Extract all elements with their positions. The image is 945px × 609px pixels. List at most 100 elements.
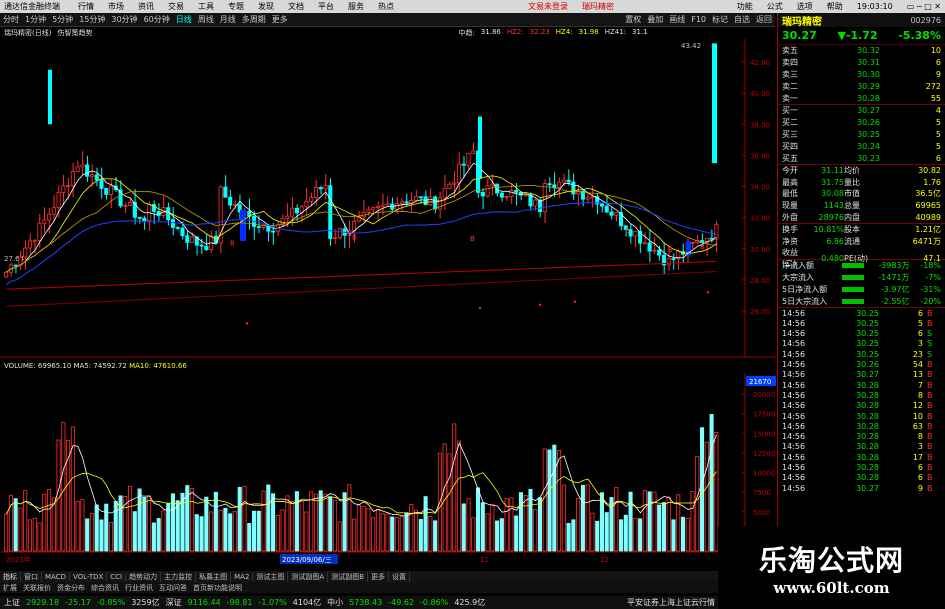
tool-button[interactable]: 置权 [622, 14, 644, 25]
price-chart[interactable]: 42.00 40.00 38.00 36.00 34.00 32.00 30.00 28.00… [0, 39, 776, 359]
extension-tab[interactable]: 互动问答 [156, 583, 190, 593]
tick-row: 14:56 30.25 3 S [778, 339, 945, 349]
volume-bar [366, 508, 371, 552]
volume-bar [633, 517, 638, 552]
flow-bar [842, 298, 864, 304]
ask-row[interactable]: 卖四 30.31 6 [778, 57, 945, 69]
current-stock-tab[interactable]: 瑞玛精密 [582, 1, 614, 12]
indicator-tab[interactable]: 设置 [389, 571, 411, 582]
period-tab[interactable]: 30分钟 [108, 14, 140, 25]
candle-body [27, 240, 33, 249]
watermark-url: www.60lt.com [773, 578, 890, 597]
indicator-tab[interactable]: VOL-TDX [70, 572, 108, 581]
bid-row[interactable]: 买一 30.27 4 [778, 105, 945, 117]
tool-button[interactable]: 标记 [709, 14, 731, 25]
indicator-tab[interactable]: 测试副图B [328, 571, 369, 582]
candle-body [652, 249, 657, 252]
period-tab[interactable]: 分时 [0, 14, 22, 25]
indicator-tab[interactable]: MA2 [231, 572, 254, 581]
info-label: 量比 [844, 177, 860, 187]
bid-row[interactable]: 买四 30.24 5 [778, 140, 945, 152]
menu-formula[interactable]: 公式 [767, 1, 783, 12]
tool-button[interactable]: F10 [688, 15, 709, 24]
indicator-tab[interactable]: 趋势动力 [126, 571, 162, 582]
watermark-logo: 乐淘公式网 www.60lt.com [718, 526, 945, 609]
ask-row[interactable]: 卖二 30.29 272 [778, 80, 945, 92]
period-tab[interactable]: 5分钟 [49, 14, 76, 25]
indicator-name[interactable]: 伤智策趋势 [57, 28, 92, 39]
candle-body [537, 199, 543, 213]
menu-item[interactable]: 工具 [198, 1, 214, 12]
volume-bar [537, 497, 543, 552]
indicator-tab[interactable]: MACD [42, 572, 70, 581]
bid-row[interactable]: 买五 30.23 6 [778, 152, 945, 164]
menu-item[interactable]: 资讯 [138, 1, 154, 12]
menu-item[interactable]: 专题 [228, 1, 244, 12]
indicator-tab[interactable]: 更多 [368, 571, 390, 582]
info-label: 股本 [844, 225, 860, 235]
ask-row[interactable]: 卖一 30.28 55 [778, 92, 945, 104]
extension-tab[interactable]: 首页新功能说明 [190, 583, 245, 593]
candle-body [604, 205, 609, 213]
extension-tab[interactable]: 关联报价 [20, 583, 54, 593]
menu-item[interactable]: 市场 [108, 1, 124, 12]
menu-item[interactable]: 发现 [258, 1, 274, 12]
period-tab[interactable]: 周线 [195, 14, 217, 25]
login-status[interactable]: 文易未登录 [528, 1, 568, 12]
menu-function[interactable]: 功能 [737, 1, 753, 12]
bid-row[interactable]: 买二 30.26 5 [778, 117, 945, 129]
window-controls-icon[interactable]: ▭ ─ □ ✕ [907, 2, 941, 11]
menu-item[interactable]: 文档 [288, 1, 304, 12]
extension-tab[interactable]: 综合资讯 [88, 583, 122, 593]
period-tab[interactable]: 60分钟 [141, 14, 173, 25]
volume-bar [85, 518, 90, 552]
volume-bar [475, 487, 481, 552]
chart-stock-label: 瑞玛精密(日线) [4, 29, 52, 37]
tool-button[interactable]: 返回 [753, 14, 775, 25]
bid-row[interactable]: 买三 30.25 5 [778, 129, 945, 141]
period-tab[interactable]: 1分钟 [22, 14, 49, 25]
menu-item[interactable]: 服务 [348, 1, 364, 12]
indicator-tab[interactable]: 测试主图 [253, 571, 289, 582]
volume-axis-label: 12500 [753, 450, 775, 458]
indicator-tab[interactable]: CCI [107, 572, 127, 581]
tool-button[interactable]: 叠加 [644, 14, 666, 25]
menu-help[interactable]: 帮助 [827, 1, 843, 12]
indicator-tab[interactable]: 测试副图A [288, 571, 329, 582]
period-tab[interactable]: 多周期 [239, 14, 269, 25]
extension-tab[interactable]: 资金分布 [54, 583, 88, 593]
tick-list[interactable]: 14:56 30.25 6 B 14:56 30.25 5 B 14:56 30.25 6 S 14:5… [778, 308, 945, 493]
extension-tab[interactable]: 扩展 [0, 583, 20, 593]
candle-body [304, 200, 309, 208]
ask-row[interactable]: 卖五 30.32 10 [778, 45, 945, 57]
menu-item[interactable]: 行情 [78, 1, 94, 12]
info-value: 1143 [823, 201, 844, 211]
indicator-tab[interactable]: 窗口 [21, 571, 42, 582]
period-tab[interactable]: 更多 [269, 14, 291, 25]
indicator-tab[interactable]: 指标 [0, 571, 21, 582]
info-row: 换手 10.81% 股本 1.21亿 [778, 224, 945, 236]
volume-header: VOLUME: 69965.10 MA5: 74592.72 MA10: 476… [0, 362, 745, 373]
menu-item[interactable]: 平台 [318, 1, 334, 12]
menu-options[interactable]: 选项 [797, 1, 813, 12]
period-tab[interactable]: 15分钟 [76, 14, 108, 25]
tool-button[interactable]: 自选 [731, 14, 753, 25]
ask-volume: 55 [930, 93, 941, 103]
ask-volume: 272 [925, 81, 941, 91]
menu-item[interactable]: 热点 [378, 1, 394, 12]
ma5-label: MA5: [73, 362, 92, 370]
data-source: 平安证券上海上证云行情 [627, 598, 715, 607]
ask-row[interactable]: 卖三 30.30 9 [778, 69, 945, 81]
volume-chart[interactable]: 2000017500150001250010000750050002500216… [0, 373, 776, 570]
menu-item[interactable]: 交易 [168, 1, 184, 12]
candle-body [266, 225, 271, 232]
period-tab-active[interactable]: 日线 [173, 14, 195, 25]
extension-tab[interactable]: 行业资讯 [122, 583, 156, 593]
clock: 19:03:10 [856, 2, 893, 11]
watermark-title: 乐淘公式网 [758, 543, 904, 577]
indicator-tab[interactable]: 主力监控 [161, 571, 197, 582]
info-row: 最高 31.75 量比 1.76 [778, 177, 945, 189]
tool-button[interactable]: 画线 [666, 14, 688, 25]
indicator-tab[interactable]: 私募主图 [196, 571, 232, 582]
period-tab[interactable]: 月线 [217, 14, 239, 25]
